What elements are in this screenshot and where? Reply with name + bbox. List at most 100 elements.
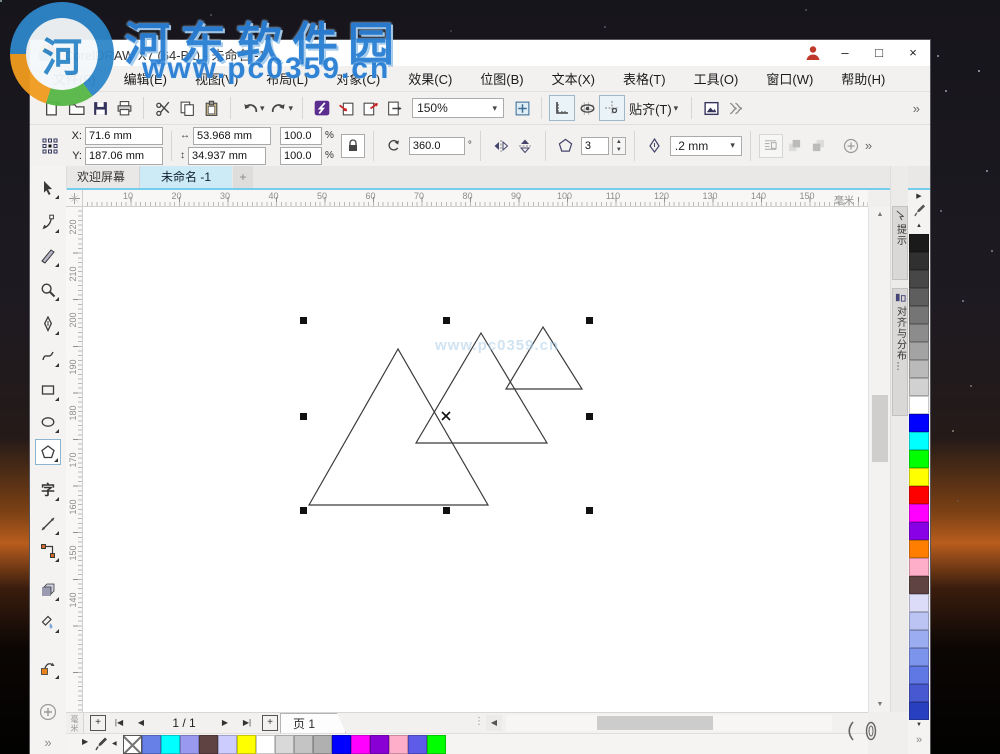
print-button[interactable]	[112, 96, 136, 120]
selection-handle[interactable]	[300, 507, 307, 514]
redo-dropdown[interactable]: ▾	[289, 103, 294, 114]
x-position-input[interactable]	[85, 126, 163, 145]
paste-button[interactable]	[199, 96, 223, 120]
shape-tool[interactable]	[35, 209, 61, 235]
pan-one-shot-icon[interactable]	[842, 718, 860, 744]
outline-width-select[interactable]: .2 mm ▾	[669, 135, 742, 156]
add-property-button[interactable]	[839, 134, 863, 158]
color-swatch[interactable]	[909, 252, 929, 270]
account-icon[interactable]	[804, 44, 822, 62]
scroll-down-button[interactable]: ▼	[869, 697, 891, 712]
drawing-canvas[interactable]: www.pc0359.cn	[83, 207, 868, 712]
to-back-button[interactable]	[807, 134, 831, 158]
cut-button[interactable]	[151, 96, 175, 120]
show-grid-toggle[interactable]	[575, 96, 599, 120]
splitter-dots[interactable]: ⋮	[474, 716, 484, 727]
lock-ratio-button[interactable]	[340, 133, 365, 158]
color-swatch[interactable]	[909, 486, 929, 504]
previous-page-button[interactable]: ◀	[134, 715, 148, 731]
color-swatch[interactable]	[909, 576, 929, 594]
color-swatch[interactable]	[909, 702, 929, 720]
nudge-offset-icon[interactable]	[38, 134, 62, 158]
show-rulers-toggle[interactable]	[549, 95, 576, 121]
connector-tool[interactable]	[35, 538, 61, 564]
color-swatch[interactable]	[909, 540, 929, 558]
palette-flyout-icon[interactable]: ▶	[908, 192, 930, 200]
menu-item[interactable]: 布局(L)	[261, 67, 313, 90]
palette-scroll-up[interactable]: ▲	[908, 223, 930, 229]
drop-shadow-tool[interactable]	[35, 577, 61, 603]
publish-pdf-button[interactable]	[382, 96, 406, 120]
menu-item[interactable]: 编辑(E)	[119, 67, 172, 90]
palette-scroll-down[interactable]: ▼	[908, 722, 930, 728]
tab-document[interactable]: 未命名 -1	[140, 166, 232, 188]
application-launcher-button[interactable]	[723, 96, 747, 120]
doc-palette-scroll-left[interactable]: ◀	[112, 740, 117, 747]
horizontal-scrollbar[interactable]	[506, 715, 832, 731]
freehand-tool[interactable]	[35, 343, 61, 369]
color-swatch[interactable]	[351, 735, 370, 754]
color-swatch[interactable]	[909, 504, 929, 522]
color-swatch[interactable]	[370, 735, 389, 754]
add-page-button-end[interactable]: +	[262, 715, 278, 731]
vertical-scrollbar[interactable]: ▲ ▼	[868, 207, 890, 712]
menu-item[interactable]: 视图(V)	[190, 67, 243, 90]
color-swatch[interactable]	[389, 735, 408, 754]
color-swatch[interactable]	[909, 630, 929, 648]
search-content-button[interactable]	[310, 96, 334, 120]
minimize-button[interactable]: –	[830, 40, 860, 66]
mirror-vertical-button[interactable]	[513, 134, 537, 158]
document-navigator-icon[interactable]	[862, 718, 880, 744]
color-swatch[interactable]	[180, 735, 199, 754]
color-swatch[interactable]	[909, 396, 929, 414]
color-swatch[interactable]	[909, 324, 929, 342]
pen-tool[interactable]	[35, 311, 61, 337]
doc-palette-eyedropper-icon[interactable]	[94, 736, 108, 752]
color-swatch[interactable]	[408, 735, 427, 754]
options-button[interactable]	[699, 96, 723, 120]
next-page-button[interactable]: ▶	[218, 715, 232, 731]
docker-tab-tips[interactable]: 提示	[892, 206, 908, 280]
object-height-input[interactable]	[188, 146, 266, 165]
color-swatch[interactable]	[909, 306, 929, 324]
undo-button[interactable]	[238, 96, 262, 120]
tab-welcome-screen[interactable]: 欢迎屏幕	[63, 166, 140, 188]
y-position-input[interactable]	[85, 146, 163, 165]
crop-tool[interactable]	[35, 243, 61, 269]
toolbar-overflow[interactable]: »	[913, 101, 920, 116]
copy-button[interactable]	[175, 96, 199, 120]
rectangle-tool[interactable]	[35, 377, 61, 403]
vertical-ruler[interactable]: 220 210 200 190 180 170 160 150 140	[66, 207, 83, 712]
color-swatch[interactable]	[909, 432, 929, 450]
text-tool[interactable]: 字	[35, 477, 61, 503]
propbar-overflow[interactable]: »	[865, 138, 872, 153]
color-swatch[interactable]	[161, 735, 180, 754]
show-guidelines-toggle[interactable]	[599, 95, 626, 121]
menu-item[interactable]: 窗口(W)	[761, 67, 818, 90]
menu-item[interactable]: 对象(C)	[331, 67, 385, 90]
color-swatch[interactable]	[909, 342, 929, 360]
polygon-points-input[interactable]	[580, 136, 609, 155]
snap-menu[interactable]: 贴齐(T) ▾	[629, 99, 680, 118]
color-swatch[interactable]	[218, 735, 237, 754]
doc-palette-flyout-icon[interactable]: ▶	[82, 737, 88, 746]
color-swatch[interactable]	[909, 684, 929, 702]
scale-y-input[interactable]	[280, 146, 322, 165]
menu-item[interactable]: 表格(T)	[618, 67, 671, 90]
interactive-fill-tool[interactable]	[35, 655, 61, 681]
export-button[interactable]	[358, 96, 382, 120]
color-swatch[interactable]	[909, 666, 929, 684]
color-swatch[interactable]	[909, 468, 929, 486]
selection-handle[interactable]	[586, 413, 593, 420]
polygon-tool[interactable]	[35, 439, 61, 465]
color-swatch[interactable]	[142, 735, 161, 754]
horizontal-ruler[interactable]: 毫米 10 20 30 40 50 60 70 80 90 100 110 120 130 140 150	[83, 190, 868, 207]
wrap-text-button[interactable]	[758, 133, 783, 158]
first-page-button[interactable]: |◀	[110, 715, 128, 731]
zoom-tool[interactable]	[35, 277, 61, 303]
selection-handle[interactable]	[443, 317, 450, 324]
selection-handle[interactable]	[586, 507, 593, 514]
new-document-button[interactable]	[40, 96, 64, 120]
menu-item[interactable]: 文本(X)	[547, 67, 600, 90]
save-button[interactable]	[88, 96, 112, 120]
